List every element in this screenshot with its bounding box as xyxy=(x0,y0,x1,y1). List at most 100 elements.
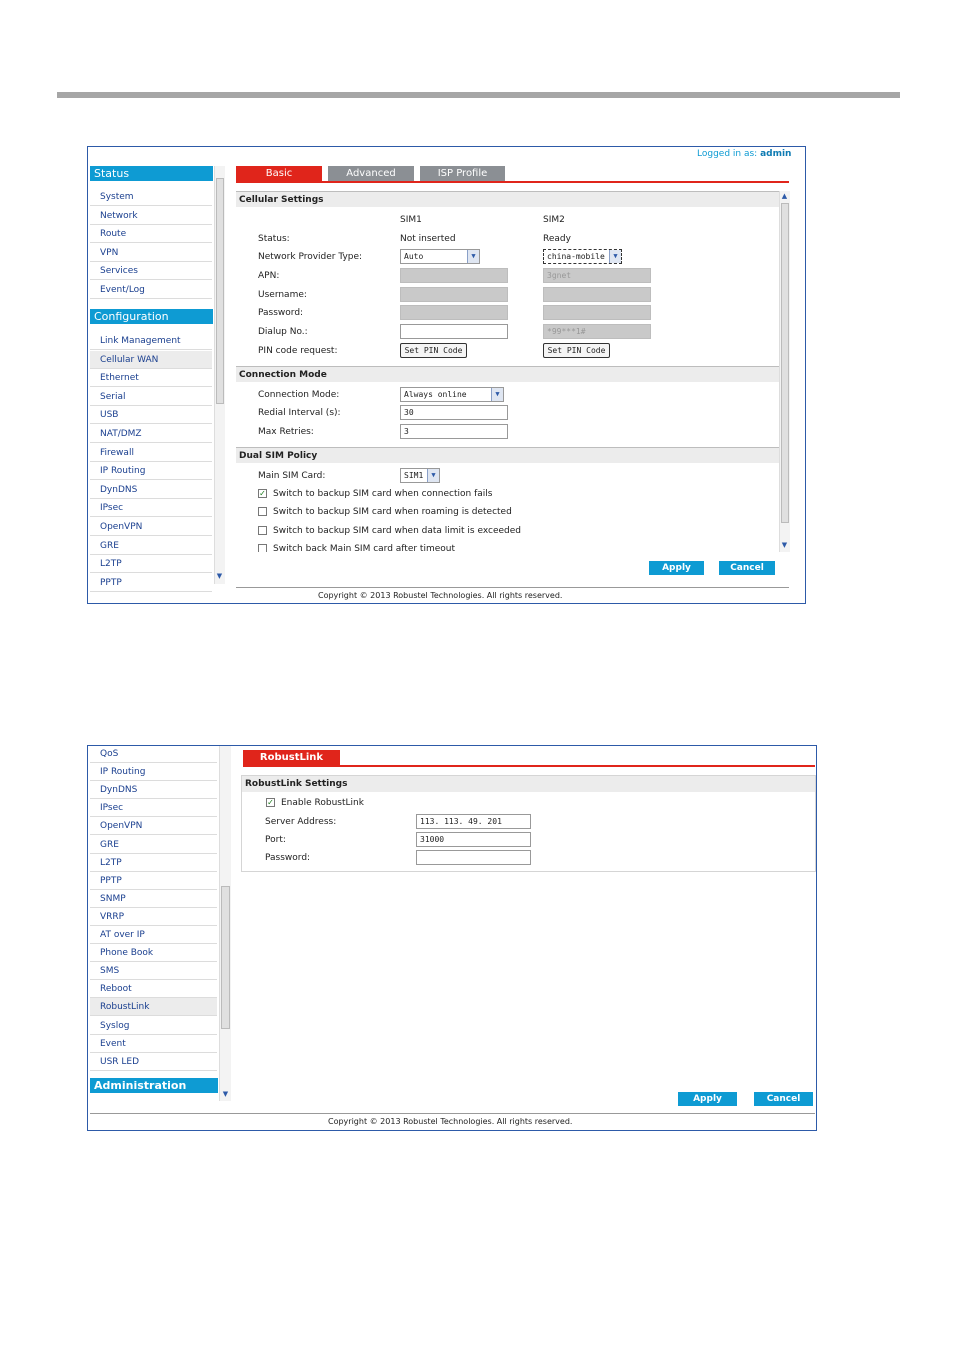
scroll-down-icon[interactable]: ▼ xyxy=(221,1090,230,1099)
sim1-provider-select[interactable]: Auto xyxy=(400,249,480,264)
logged-in-user: admin xyxy=(760,149,792,159)
sidebar-item-snmp[interactable]: SNMP xyxy=(90,890,217,908)
sidebar-scrollbar[interactable]: ▼ xyxy=(214,166,225,584)
sidebar-item-at-over-ip[interactable]: AT over IP xyxy=(90,926,217,944)
content-scrollbar[interactable]: ▲ ▼ xyxy=(779,191,790,552)
sidebar-item-vpn[interactable]: VPN xyxy=(90,244,212,262)
sidebar-item-event[interactable]: Event xyxy=(90,1035,217,1053)
sidebar-header-status[interactable]: Status xyxy=(90,166,213,181)
tab-advanced[interactable]: Advanced xyxy=(328,166,414,181)
sidebar-scrollbar[interactable]: ▼ xyxy=(219,746,231,1101)
sidebar-item-link-management[interactable]: Link Management xyxy=(90,332,212,350)
scroll-up-icon[interactable]: ▲ xyxy=(780,192,789,201)
sidebar-scroll-thumb[interactable] xyxy=(216,178,224,404)
sidebar-item-cellular-wan[interactable]: Cellular WAN xyxy=(90,350,212,369)
password-label: Password: xyxy=(258,308,304,318)
tab-underline xyxy=(243,765,815,767)
checkbox-connection-fails[interactable]: ✓ xyxy=(258,489,267,498)
sim2-provider-select[interactable]: china-mobile xyxy=(543,249,622,264)
sidebar-item-pptp[interactable]: PPTP xyxy=(90,574,212,592)
dialup-label: Dialup No.: xyxy=(258,327,308,337)
sim1-dialup-input[interactable] xyxy=(400,324,508,339)
tab-robustlink[interactable]: RobustLink xyxy=(243,750,340,765)
sidebar-item-qos[interactable]: QoS xyxy=(90,745,217,763)
sidebar-item-openvpn[interactable]: OpenVPN xyxy=(90,518,212,536)
sidebar-item-gre[interactable]: GRE xyxy=(90,537,212,555)
sidebar-item-route[interactable]: Route xyxy=(90,225,212,244)
sidebar-item-nat-dmz[interactable]: NAT/DMZ xyxy=(90,425,212,443)
footer-rule xyxy=(236,587,789,588)
sidebar-item-vrrp[interactable]: VRRP xyxy=(90,908,217,926)
sidebar-item-sms[interactable]: SMS xyxy=(90,962,217,981)
sidebar-item-l2tp[interactable]: L2TP xyxy=(90,854,217,872)
main-sim-select[interactable]: SIM1 xyxy=(400,468,440,483)
checkbox-data-limit[interactable] xyxy=(258,526,267,535)
sidebar-item-robustlink[interactable]: RobustLink xyxy=(90,998,217,1017)
sidebar-item-ip-routing[interactable]: IP Routing xyxy=(90,462,212,481)
sidebar: QoS IP Routing DynDNS IPsec OpenVPN GRE L2TP PP… xyxy=(90,746,231,1101)
opt-switch-back-label: Switch back Main SIM card after timeout xyxy=(273,544,456,552)
sidebar-item-ip-routing[interactable]: IP Routing xyxy=(90,763,217,782)
scroll-down-icon[interactable]: ▼ xyxy=(780,541,789,550)
sidebar-item-ethernet[interactable]: Ethernet xyxy=(90,369,212,388)
sidebar-item-ipsec[interactable]: IPsec xyxy=(90,499,212,518)
sidebar-item-openvpn[interactable]: OpenVPN xyxy=(90,817,217,836)
server-address-input[interactable]: 113. 113. 49. 201 xyxy=(416,814,531,829)
sim1-password-input[interactable] xyxy=(400,305,508,320)
max-retries-input[interactable]: 3 xyxy=(400,424,508,439)
sidebar-item-network[interactable]: Network xyxy=(90,207,212,225)
scroll-down-icon[interactable]: ▼ xyxy=(215,572,224,581)
sidebar-item-ipsec[interactable]: IPsec xyxy=(90,799,217,818)
cancel-button[interactable]: Cancel xyxy=(719,561,775,575)
sidebar-item-l2tp[interactable]: L2TP xyxy=(90,555,212,574)
sidebar-item-services[interactable]: Services xyxy=(90,262,212,281)
checkbox-enable-robustlink[interactable]: ✓ xyxy=(266,798,275,807)
sidebar-item-reboot[interactable]: Reboot xyxy=(90,980,217,999)
sim2-dialup-input[interactable]: *99***1# xyxy=(543,324,651,339)
status-label: Status: xyxy=(258,234,290,244)
cancel-button[interactable]: Cancel xyxy=(754,1092,813,1106)
sidebar-header-configuration[interactable]: Configuration xyxy=(90,309,213,324)
copyright-text: Copyright © 2013 Robustel Technologies. … xyxy=(318,591,563,600)
main-sim-label: Main SIM Card: xyxy=(258,471,326,481)
sidebar-item-system[interactable]: System xyxy=(90,188,212,206)
checkbox-switch-back[interactable] xyxy=(258,544,267,552)
sidebar-item-dyndns[interactable]: DynDNS xyxy=(90,481,212,499)
enable-robustlink-label: Enable RobustLink xyxy=(281,798,364,808)
checkbox-roaming[interactable] xyxy=(258,507,267,516)
sidebar-item-gre[interactable]: GRE xyxy=(90,836,217,854)
sidebar-item-dyndns[interactable]: DynDNS xyxy=(90,781,217,800)
password-input[interactable] xyxy=(416,850,531,865)
sidebar-item-usb[interactable]: USB xyxy=(90,406,212,425)
redial-interval-input[interactable]: 30 xyxy=(400,405,508,420)
tab-isp-profile[interactable]: ISP Profile xyxy=(420,166,505,181)
sidebar-item-syslog[interactable]: Syslog xyxy=(90,1017,217,1035)
sim2-username-input[interactable] xyxy=(543,287,651,302)
sim1-username-input[interactable] xyxy=(400,287,508,302)
opt-roaming-label: Switch to backup SIM card when roaming i… xyxy=(273,507,512,517)
sim2-apn-input[interactable]: 3gnet xyxy=(543,268,651,283)
sim1-set-pin-button[interactable]: Set PIN Code xyxy=(400,343,467,358)
provider-label: Network Provider Type: xyxy=(258,252,363,262)
connection-mode-select[interactable]: Always online xyxy=(400,387,504,402)
logged-in-label: Logged in as: xyxy=(697,149,758,159)
sidebar-header-administration[interactable]: Administration xyxy=(90,1078,218,1093)
sidebar-scroll-thumb[interactable] xyxy=(221,886,230,1029)
apply-button[interactable]: Apply xyxy=(678,1092,737,1106)
sim2-header: SIM2 xyxy=(543,215,565,225)
content-scroll-thumb[interactable] xyxy=(781,203,789,523)
apply-button[interactable]: Apply xyxy=(649,561,704,575)
copyright-text: Copyright © 2013 Robustel Technologies. … xyxy=(328,1117,573,1126)
sidebar-item-firewall[interactable]: Firewall xyxy=(90,444,212,462)
tab-basic[interactable]: Basic xyxy=(236,166,322,181)
sim1-apn-input[interactable] xyxy=(400,268,508,283)
max-retries-label: Max Retries: xyxy=(258,427,314,437)
sidebar-item-serial[interactable]: Serial xyxy=(90,388,212,406)
sidebar-item-usr-led[interactable]: USR LED xyxy=(90,1053,217,1071)
sim2-set-pin-button[interactable]: Set PIN Code xyxy=(543,343,610,358)
port-input[interactable]: 31000 xyxy=(416,832,531,847)
sidebar-item-phone-book[interactable]: Phone Book xyxy=(90,944,217,963)
sidebar-item-pptp[interactable]: PPTP xyxy=(90,872,217,890)
sidebar-item-event-log[interactable]: Event/Log xyxy=(90,281,212,299)
sim2-password-input[interactable] xyxy=(543,305,651,320)
